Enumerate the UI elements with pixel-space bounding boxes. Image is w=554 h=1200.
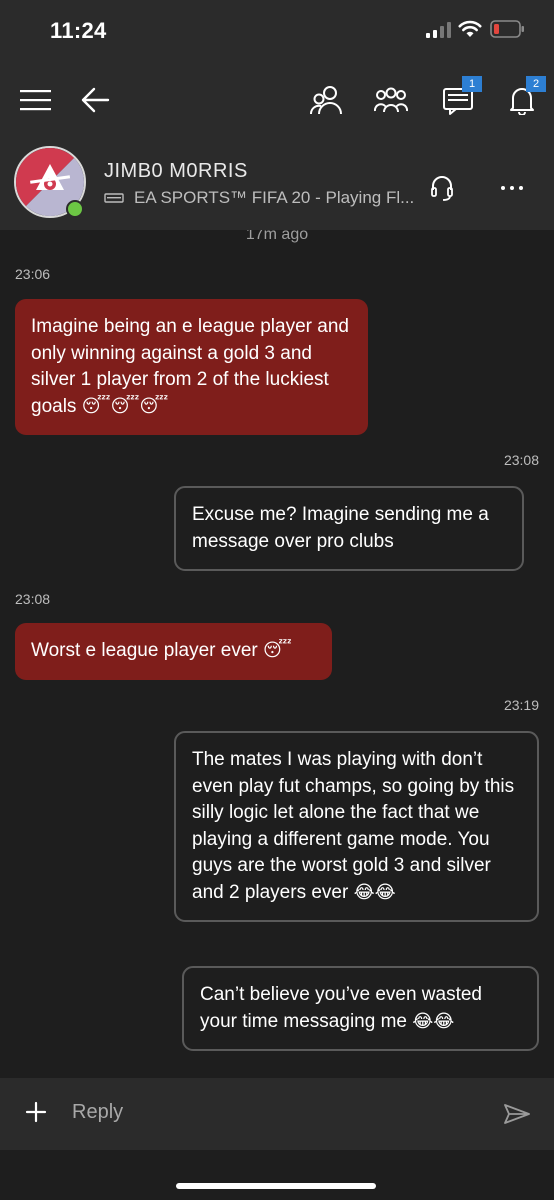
conversation-header: JIMB0 M0RRIS EA SPORTS™ FIFA 20 - Playin…: [0, 142, 554, 230]
back-arrow-icon: [81, 87, 110, 113]
message-timestamp: 23:08: [15, 591, 51, 607]
chat-badge: 1: [462, 76, 482, 92]
chat-button[interactable]: 1: [436, 76, 482, 122]
status-bar: 11:24: [0, 0, 554, 62]
message-timestamp: 23:08: [503, 452, 539, 468]
message-text: Excuse me? Imagine sending me a message …: [192, 504, 489, 552]
add-attachment-button[interactable]: [18, 1092, 54, 1132]
presence-game: EA SPORTS™ FIFA 20 - Playing Fl...: [134, 188, 415, 207]
sleeping-emoji: 😴: [263, 640, 292, 661]
plus-icon: [25, 1101, 47, 1123]
home-indicator[interactable]: [176, 1183, 376, 1189]
wifi-icon: [458, 20, 482, 37]
outgoing-message[interactable]: The mates I was playing with don’t even …: [174, 731, 539, 922]
home-indicator-area: [0, 1150, 554, 1200]
message-text: Worst e league player ever: [31, 640, 258, 661]
back-button[interactable]: [73, 78, 117, 122]
gamertag[interactable]: JIMB0 M0RRIS: [104, 160, 248, 183]
top-nav: 1 2: [0, 62, 554, 142]
send-button[interactable]: [496, 1094, 538, 1134]
reply-composer: [0, 1078, 554, 1150]
laughing-emoji: 😂😂: [412, 1010, 455, 1032]
presence-text: EA SPORTS™ FIFA 20 - Playing Fl...: [104, 188, 414, 208]
party-button[interactable]: [369, 78, 413, 122]
menu-icon: [20, 90, 51, 111]
time-ago-label: 17m ago: [245, 230, 309, 243]
message-text: Imagine being an e league player and onl…: [31, 316, 349, 417]
incoming-message[interactable]: Worst e league player ever 😴: [15, 623, 332, 680]
notifications-badge: 2: [526, 76, 546, 92]
friends-icon: [310, 86, 342, 115]
message-timestamp: 23:19: [503, 697, 539, 713]
signal-icon: [426, 22, 451, 38]
menu-button[interactable]: [14, 78, 58, 122]
voice-call-button[interactable]: [420, 166, 464, 210]
incoming-message[interactable]: Imagine being an e league player and onl…: [15, 299, 368, 435]
send-icon: [504, 1104, 530, 1124]
message-list[interactable]: 17m ago 23:06 Imagine being an e league …: [0, 230, 554, 1078]
outgoing-message[interactable]: Excuse me? Imagine sending me a message …: [174, 486, 524, 571]
headset-icon: [431, 176, 453, 201]
message-text: The mates I was playing with don’t even …: [192, 749, 515, 903]
outgoing-message[interactable]: Can’t believe you’ve even wasted your ti…: [182, 966, 539, 1051]
notifications-button[interactable]: 2: [500, 76, 546, 122]
more-icon: [501, 186, 523, 190]
message-timestamp: 23:06: [15, 266, 51, 282]
sleeping-emoji: 😴😴😴: [81, 395, 169, 417]
status-time: 11:24: [50, 18, 107, 43]
reply-input[interactable]: [72, 1092, 462, 1132]
battery-low-icon: [490, 20, 524, 38]
console-icon: [104, 193, 124, 203]
friends-button[interactable]: [304, 78, 348, 122]
online-status-dot: [66, 200, 84, 218]
laughing-emoji: 😂😂: [353, 881, 396, 903]
party-icon: [374, 87, 408, 113]
more-options-button[interactable]: [490, 166, 534, 210]
